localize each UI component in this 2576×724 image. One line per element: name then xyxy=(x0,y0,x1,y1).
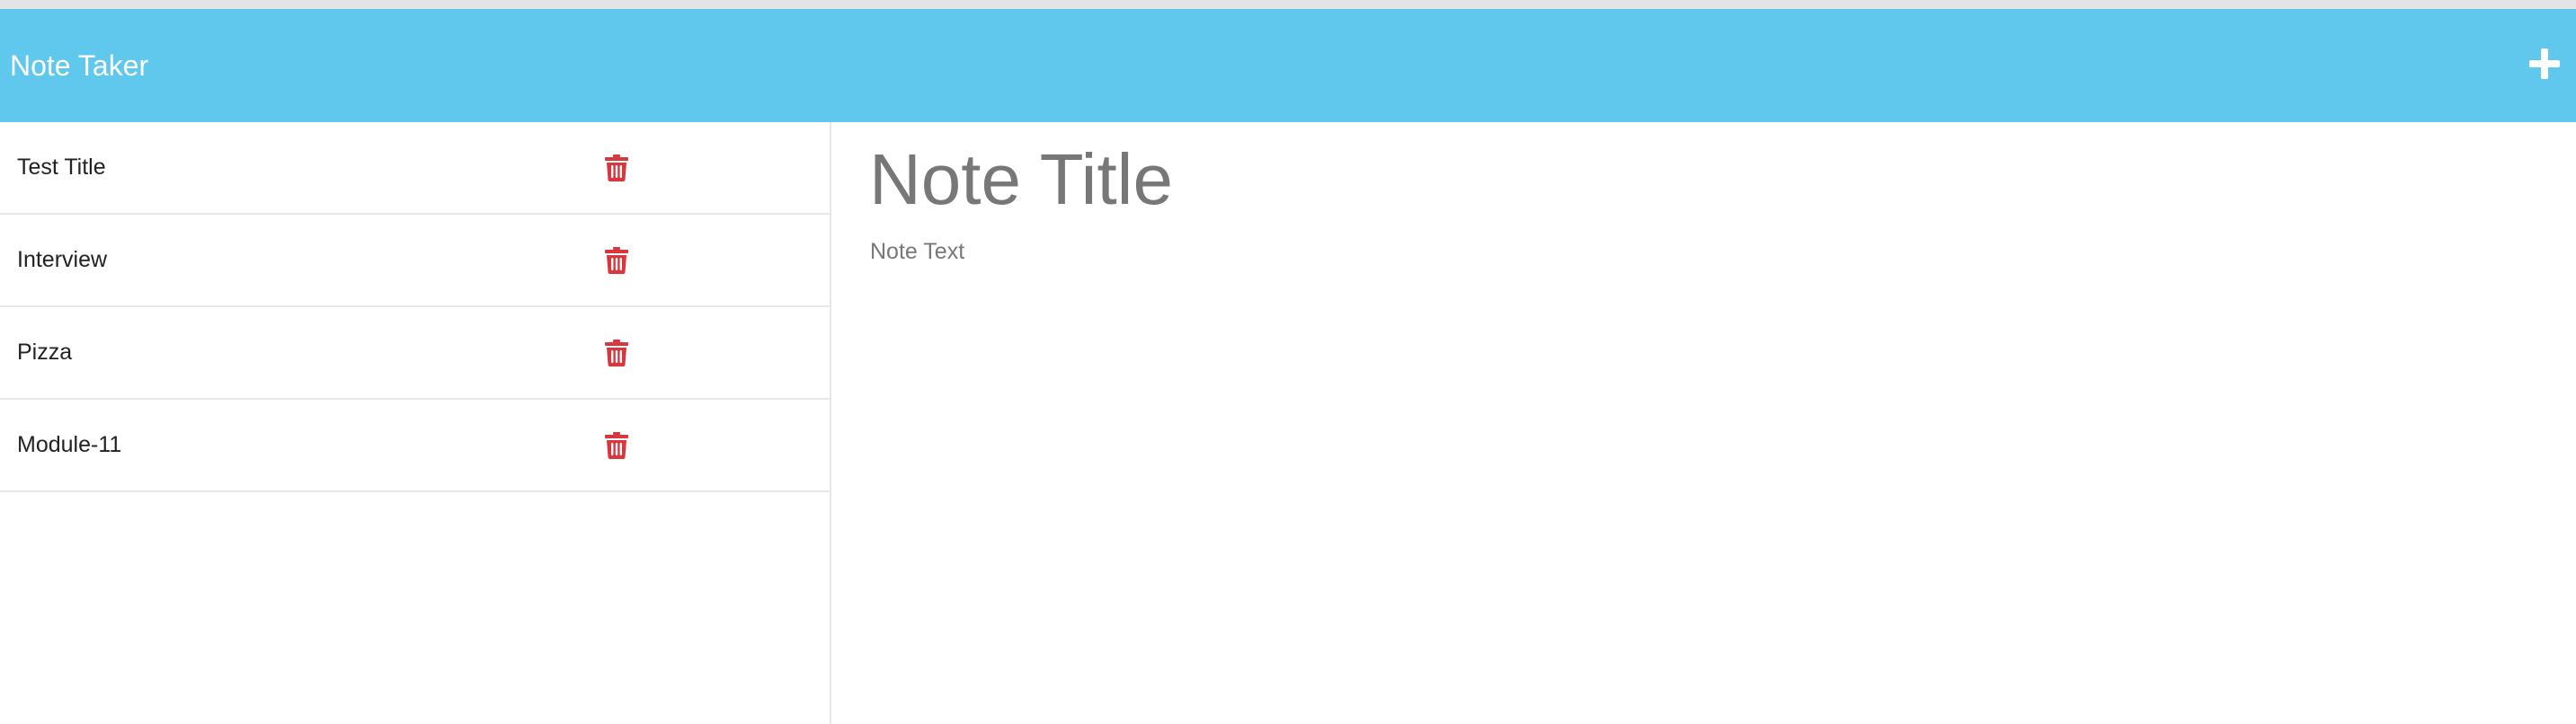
note-item-title[interactable]: Module-11 xyxy=(17,400,121,490)
note-list-item[interactable]: Module-11 xyxy=(0,400,830,492)
note-list-item[interactable]: Pizza xyxy=(0,307,830,400)
delete-note-button[interactable] xyxy=(605,432,628,459)
note-title-input[interactable] xyxy=(869,138,2487,221)
note-item-title[interactable]: Interview xyxy=(17,215,107,305)
delete-note-button[interactable] xyxy=(605,155,628,181)
note-item-title[interactable]: Test Title xyxy=(17,122,106,213)
note-editor xyxy=(831,122,2576,724)
note-list-sidebar: Test Title Interview Pizza Module-11 xyxy=(0,122,831,724)
app-title[interactable]: Note Taker xyxy=(10,9,148,122)
window-top-border xyxy=(0,0,2576,9)
new-note-button[interactable] xyxy=(2493,9,2576,122)
delete-note-button[interactable] xyxy=(605,340,628,366)
note-list: Test Title Interview Pizza Module-11 xyxy=(0,122,830,492)
note-list-item[interactable]: Test Title xyxy=(0,122,830,215)
note-item-title[interactable]: Pizza xyxy=(17,307,72,398)
plus-icon xyxy=(2529,49,2560,79)
trash-icon xyxy=(605,432,628,459)
trash-icon xyxy=(605,155,628,181)
note-text-input[interactable] xyxy=(870,239,2488,688)
trash-icon xyxy=(605,340,628,366)
delete-note-button[interactable] xyxy=(605,247,628,274)
note-list-item[interactable]: Interview xyxy=(0,215,830,307)
trash-icon xyxy=(605,247,628,274)
navbar: Note Taker xyxy=(0,9,2576,122)
